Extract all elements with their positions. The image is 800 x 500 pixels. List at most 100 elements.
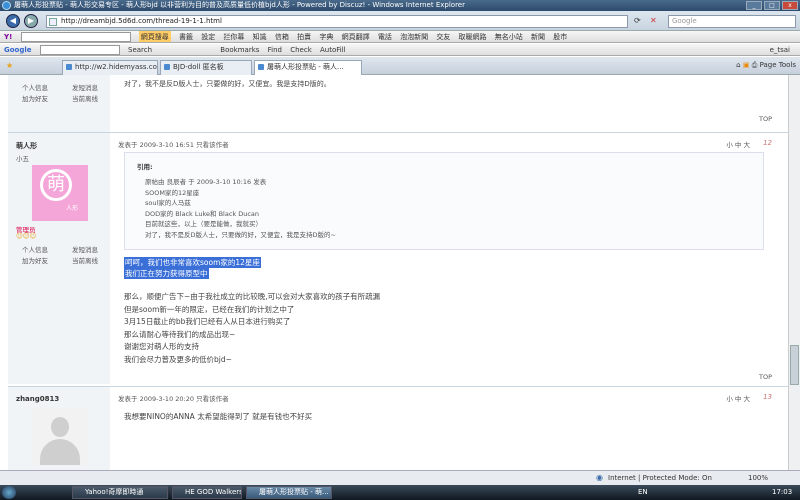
post-text: 我想要NINO的ANNA 太希望能得到了 就是有钱也不好买 [124,412,313,421]
yahoo-logo-icon[interactable]: Y! [4,31,12,42]
toolbar-item[interactable]: 交友 [436,31,450,42]
find-button[interactable]: Find [268,44,282,55]
quote-line: soul家的人马兹 [145,199,191,207]
avatar: 萌 人形 [32,165,88,221]
user-info-link[interactable]: 个人信息 [22,83,48,94]
search-input[interactable]: Google [668,15,796,28]
post-author[interactable]: 萌人形 [16,141,37,151]
window-title: 屠萌人形投票贴 - 萌人形交易专区 - 萌人形bjd 以非营利为目的普及高质量低… [14,1,465,9]
tab-hidemyass[interactable]: http://w2.hidemyass.com/... [62,60,158,75]
address-url: http://dreambjd.5d6d.com/thread-19-1-1.h… [61,17,222,25]
post-line: 3月15日截止的bb我们已经有人从日本进行购买了 [124,317,291,326]
send-message-link[interactable]: 发短消息 [72,245,98,256]
font-size-switch[interactable]: 小 中 大 [726,393,750,403]
toolbar-item[interactable]: 知識 [253,31,267,42]
toolbar-item[interactable]: 泡泡新聞 [400,31,428,42]
add-friend-link[interactable]: 加为好友 [22,94,48,105]
autofill-button[interactable]: AutoFill [320,44,346,55]
stop-icon[interactable]: ✕ [650,16,657,25]
security-zone: Internet | Protected Mode: On [608,474,712,482]
toolbar-item[interactable]: 取暖網路 [459,31,487,42]
bookmarks-button[interactable]: Bookmarks [220,44,259,55]
toolbar-item[interactable]: 信箱 [275,31,289,42]
post-author[interactable]: zhang0813 [16,395,59,403]
quote-line: 对了，我不是反D版人士，只要做的好，又便宜，我是支持D版的~ [145,230,336,239]
toolbar-item[interactable]: 股市 [553,31,567,42]
globe-icon: ◉ [596,473,603,482]
add-friend-link[interactable]: 加为好友 [22,256,48,267]
toolbar-item[interactable]: 書籤 [179,31,193,42]
user-info-link[interactable]: 个人信息 [22,245,48,256]
top-link[interactable]: TOP [759,373,772,381]
start-button[interactable] [2,486,16,499]
clock: 17:03 [772,488,793,496]
address-input[interactable]: http://dreambjd.5d6d.com/thread-19-1-1.h… [46,15,628,28]
toolbar-item[interactable]: 網頁搜尋 [138,31,171,42]
font-size-switch[interactable]: 小 中 大 [726,139,750,149]
input-language[interactable]: EN [638,488,648,496]
taskbar: Yahoo!奇摩即時通 HE GOD Walkers 屠萌人形投票贴 - 萌..… [0,485,800,500]
page-icon [66,64,72,70]
selected-text: 我们正在努力获得原型中 [124,268,209,279]
post-line: 那么请耐心等待我们的成品出现~ [124,329,236,339]
taskbar-item-ie[interactable]: 屠萌人形投票贴 - 萌... [246,486,332,499]
post-sidebar: 萌人形 小五 萌 人形 管理员 ☺☺☺ 个人信息 加为好友 发短消息 当前离线 [8,133,110,384]
toolbar-item[interactable]: 無名小站 [495,31,523,42]
google-search-input[interactable] [39,45,120,55]
ie-icon [2,1,11,10]
tab-label: http://w2.hidemyass.com/... [75,63,157,71]
tab-bar: ★ http://w2.hidemyass.com/... BJD-doll 匿… [0,57,800,75]
post-sidebar: zhang0813 新手上路 ☆ [8,387,110,480]
user-account-button[interactable]: e_tsai [770,44,790,55]
minimize-button[interactable]: _ [746,1,762,10]
check-button[interactable]: Check [290,44,312,55]
post-partial: 个人信息 加为好友 发短消息 当前离线 对了，我不是反D版人士，只要做的好，又便… [8,75,788,132]
feeds-icon[interactable]: ▣ [743,61,750,69]
window-title-bar: 屠萌人形投票贴 - 萌人形交易专区 - 萌人形bjd 以非营利为目的普及高质量低… [0,0,800,11]
scrollbar-thumb[interactable] [790,345,799,385]
yahoo-toolbar: Y! 網頁搜尋 書籤 設定 拦你幕 知識 信箱 拍賣 字典 網頁翻譯 電話 泡泡… [0,31,800,43]
taskbar-item-walkers[interactable]: HE GOD Walkers [172,486,242,499]
post-12: 萌人形 小五 萌 人形 管理员 ☺☺☺ 个人信息 加为好友 发短消息 当前离线 … [8,132,788,384]
toolbar-item[interactable]: 拍賣 [297,31,311,42]
tab-bjd-doll[interactable]: BJD-doll 匿名板 [160,60,252,75]
post-line: 但是soom新一年的限定，已经在我们的计划之中了 [124,304,295,314]
taskbar-item-yahoo[interactable]: Yahoo!奇摩即時通 [72,486,168,499]
toolbar-item[interactable]: 字典 [319,31,333,42]
maximize-button[interactable]: □ [764,1,780,10]
home-icon[interactable]: ⌂ [736,61,740,69]
refresh-icon[interactable]: ⟳ [634,16,641,25]
post-text: 对了，我不是反D版人士，只要做的好，又便宜。我是支持D版的。 [124,80,331,88]
post-13: zhang0813 新手上路 ☆ 发表于 2009-3-10 20:20 只看该… [8,386,788,480]
favorites-star-icon[interactable]: ★ [6,61,13,70]
google-search-button[interactable]: Search [128,44,152,55]
tab-label: BJD-doll 匿名板 [173,63,224,71]
top-link[interactable]: TOP [759,115,772,123]
forward-button[interactable]: ▶ [24,14,38,28]
print-icon[interactable]: ⎙ [752,61,758,69]
selected-text: 呵呵，我们也非常喜欢soom家的12星座 [124,257,261,268]
status-bar: ◉ Internet | Protected Mode: On 100% [0,470,800,485]
address-bar-row: ◀ ▶ http://dreambjd.5d6d.com/thread-19-1… [0,11,800,31]
post-line: 我们会尽力普及更多的低价bjd~ [124,354,232,364]
quote-line: SOOM家的12星座 [145,188,200,197]
toolbar-item[interactable]: 網頁翻譯 [342,31,370,42]
tab-current[interactable]: 屠萌人形投票贴 - 萌人... [254,60,362,75]
toolbar-item[interactable]: 拦你幕 [223,31,244,42]
vertical-scrollbar[interactable] [788,75,800,480]
tools-menu[interactable]: Tools [779,61,796,69]
quote-title: 引用: [137,163,153,171]
back-button[interactable]: ◀ [6,14,20,28]
tab-tools: ⌂ ▣ ⎙ Page Tools [736,61,796,70]
zoom-level[interactable]: 100% [748,471,768,485]
page-icon [164,64,170,70]
close-button[interactable]: x [782,1,798,10]
offline-status: 当前离线 [72,257,98,265]
send-message-link[interactable]: 发短消息 [72,83,98,94]
page-icon [49,18,57,26]
toolbar-item[interactable]: 新聞 [531,31,545,42]
toolbar-item[interactable]: 設定 [201,31,215,42]
yahoo-search-input[interactable] [20,32,131,42]
page-menu[interactable]: Page [760,61,777,69]
toolbar-item[interactable]: 電話 [378,31,392,42]
